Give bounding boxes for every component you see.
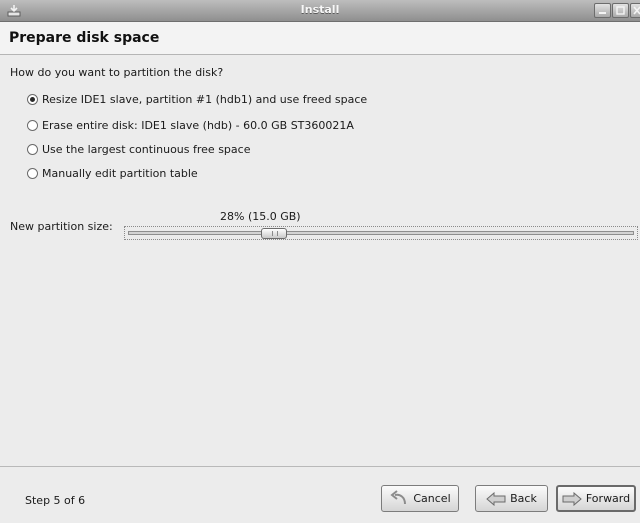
radio-manual[interactable] (27, 167, 38, 179)
window-title: Install (300, 3, 340, 16)
radio-erase-disk[interactable] (27, 119, 38, 131)
forward-arrow-icon (562, 491, 582, 506)
undo-arrow-icon (390, 489, 407, 504)
option-erase-disk-label: Erase entire disk: IDE1 slave (hdb) - 60… (42, 118, 354, 132)
slider-thumb[interactable] (261, 228, 287, 239)
partition-size-slider[interactable] (124, 226, 638, 240)
partition-size-value: 28% (15.0 GB) (220, 210, 301, 223)
step-indicator: Step 5 of 6 (25, 494, 86, 507)
radio-largest-free[interactable] (27, 143, 38, 155)
option-erase-disk[interactable]: Erase entire disk: IDE1 slave (hdb) - 60… (27, 117, 354, 133)
slider-groove (128, 231, 634, 235)
option-largest-free[interactable]: Use the largest continuous free space (27, 141, 250, 157)
back-label: Back (510, 492, 537, 505)
minimize-button[interactable] (594, 3, 611, 18)
forward-label: Forward (585, 492, 631, 505)
option-resize-label: Resize IDE1 slave, partition #1 (hdb1) a… (42, 92, 368, 106)
installer-window: Install Prepare disk space How do you wa… (0, 0, 640, 523)
page-title: Prepare disk space (9, 30, 160, 46)
forward-button[interactable]: Forward (556, 485, 636, 512)
cancel-button[interactable]: Cancel (381, 485, 459, 512)
option-manual-label: Manually edit partition table (42, 166, 198, 180)
option-largest-free-label: Use the largest continuous free space (42, 142, 251, 156)
close-icon (633, 6, 640, 15)
maximize-icon (616, 6, 625, 15)
option-resize[interactable]: Resize IDE1 slave, partition #1 (hdb1) a… (27, 91, 367, 107)
title-bar[interactable]: Install (0, 0, 640, 22)
partition-panel: How do you want to partition the disk? R… (0, 56, 640, 466)
back-button[interactable]: Back (475, 485, 548, 512)
partition-question: How do you want to partition the disk? (10, 66, 224, 79)
back-arrow-icon (486, 491, 506, 506)
minimize-icon (599, 12, 606, 14)
footer-bar: Step 5 of 6 Cancel Back Forward (0, 466, 640, 523)
maximize-button[interactable] (612, 3, 629, 18)
radio-resize[interactable] (27, 93, 38, 105)
partition-size-label: New partition size: (10, 220, 113, 233)
close-button[interactable] (630, 3, 640, 18)
cancel-label: Cancel (413, 492, 451, 505)
page-header: Prepare disk space (0, 22, 640, 55)
option-manual[interactable]: Manually edit partition table (27, 165, 198, 181)
